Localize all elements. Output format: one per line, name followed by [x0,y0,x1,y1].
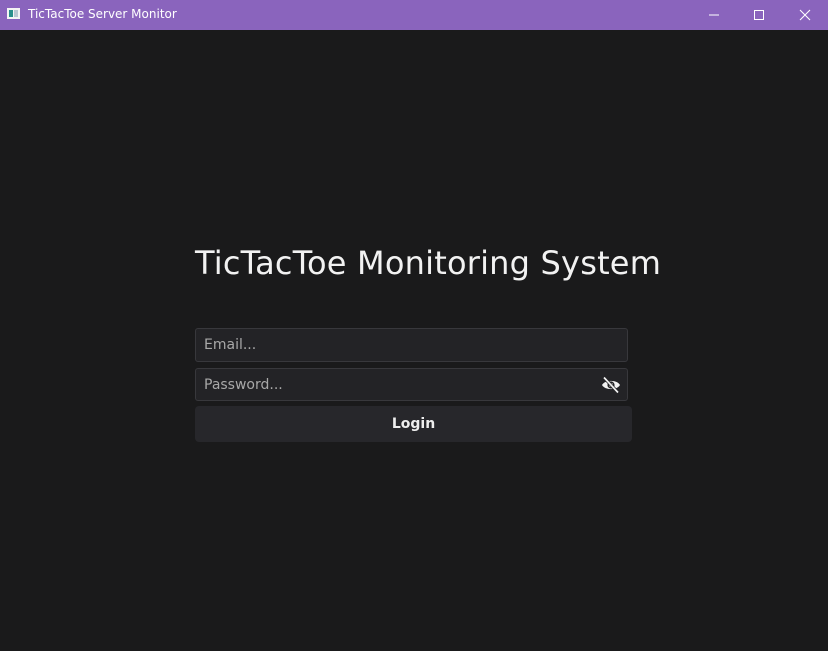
close-icon [799,9,811,21]
email-input[interactable] [196,329,627,361]
password-visibility-toggle[interactable] [601,376,621,394]
app-icon [7,8,20,19]
eye-off-icon [602,376,620,394]
close-button[interactable] [782,0,828,30]
minimize-button[interactable] [691,0,737,30]
email-field[interactable] [195,328,628,362]
maximize-icon [754,10,764,20]
login-button[interactable]: Login [195,406,632,442]
maximize-button[interactable] [736,0,782,30]
app-window: TicTacToe Server Monitor TicTacToe Monit… [0,0,828,651]
title-bar[interactable]: TicTacToe Server Monitor [0,0,828,30]
minimize-icon [709,14,719,16]
password-field[interactable] [195,368,628,401]
page-title: TicTacToe Monitoring System [195,244,662,282]
window-title: TicTacToe Server Monitor [28,7,177,21]
password-input[interactable] [196,369,627,400]
